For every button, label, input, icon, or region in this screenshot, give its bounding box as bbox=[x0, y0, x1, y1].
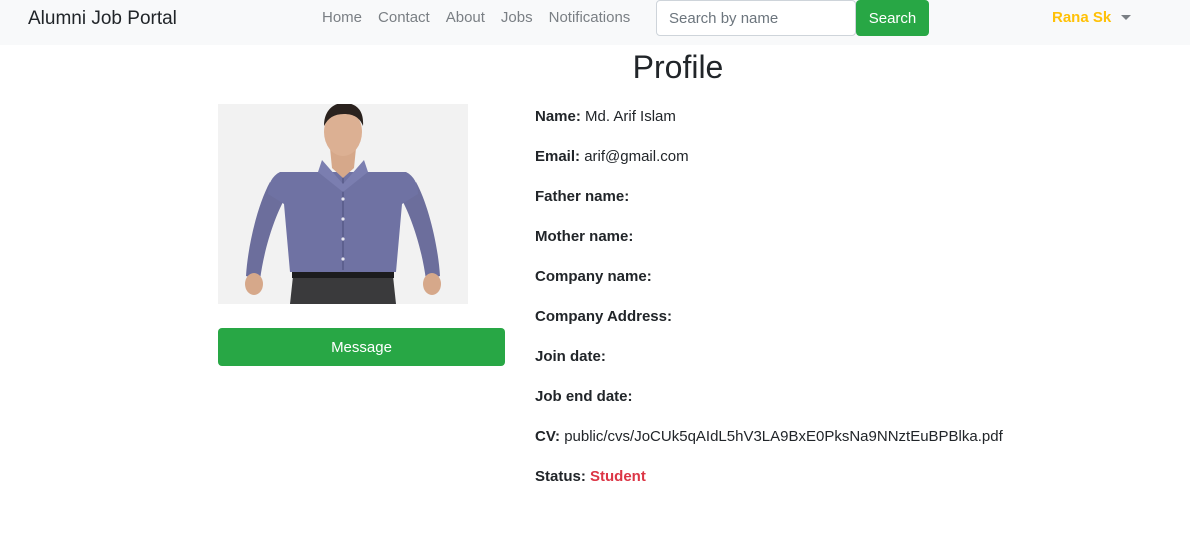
detail-label: Company Address: bbox=[535, 308, 672, 325]
search-input[interactable] bbox=[656, 0, 856, 36]
detail-label: Job end date: bbox=[535, 388, 633, 405]
detail-value: arif@gmail.com bbox=[584, 148, 689, 165]
detail-row-company-name: Company name: bbox=[535, 267, 1003, 307]
nav-link-notifications[interactable]: Notifications bbox=[541, 8, 639, 28]
detail-value: Md. Arif Islam bbox=[585, 108, 676, 125]
detail-label: CV: bbox=[535, 428, 561, 445]
detail-label: Email: bbox=[535, 148, 581, 165]
message-button[interactable]: Message bbox=[218, 328, 505, 366]
detail-label: Join date: bbox=[535, 348, 606, 365]
page-title: Profile bbox=[632, 49, 724, 85]
nav-link-about[interactable]: About bbox=[438, 8, 493, 28]
search-button[interactable]: Search bbox=[856, 0, 929, 36]
nav-link-contact[interactable]: Contact bbox=[370, 8, 438, 28]
detail-row-job-end-date: Job end date: bbox=[535, 387, 1003, 427]
detail-row-email: Email: arif@gmail.com bbox=[535, 147, 1003, 187]
navbar: Alumni Job Portal Home Contact About Job… bbox=[0, 0, 1190, 45]
brand-link[interactable]: Alumni Job Portal bbox=[28, 8, 177, 30]
detail-row-join-date: Join date: bbox=[535, 347, 1003, 387]
user-name: Rana Sk bbox=[1052, 9, 1112, 26]
detail-row-father-name: Father name: bbox=[535, 187, 1003, 227]
profile-details: Name: Md. Arif Islam Email: arif@gmail.c… bbox=[535, 107, 1003, 507]
detail-label: Father name: bbox=[535, 188, 630, 205]
detail-row-cv: CV: public/cvs/JoCUk5qAIdL5hV3LA9BxE0Pks… bbox=[535, 427, 1003, 467]
detail-label: Company name: bbox=[535, 268, 652, 285]
cv-file-link[interactable]: public/cvs/JoCUk5qAIdL5hV3LA9BxE0PksNa9N… bbox=[564, 428, 1003, 445]
detail-label: Mother name: bbox=[535, 228, 634, 245]
detail-row-status: Status: Student bbox=[535, 467, 1003, 507]
caret-down-icon bbox=[1121, 15, 1132, 20]
nav-link-jobs[interactable]: Jobs bbox=[493, 8, 541, 28]
detail-label: Name: bbox=[535, 108, 581, 125]
person-photo-icon bbox=[218, 104, 468, 304]
profile-photo bbox=[218, 104, 468, 304]
detail-row-mother-name: Mother name: bbox=[535, 227, 1003, 267]
detail-label: Status: bbox=[535, 468, 586, 485]
status-badge: Student bbox=[590, 468, 646, 485]
nav-links: Home Contact About Jobs Notifications bbox=[314, 8, 638, 28]
detail-row-company-address: Company Address: bbox=[535, 307, 1003, 347]
detail-row-name: Name: Md. Arif Islam bbox=[535, 107, 1003, 147]
user-menu-dropdown[interactable]: Rana Sk bbox=[1052, 9, 1132, 26]
nav-link-home[interactable]: Home bbox=[314, 8, 370, 28]
